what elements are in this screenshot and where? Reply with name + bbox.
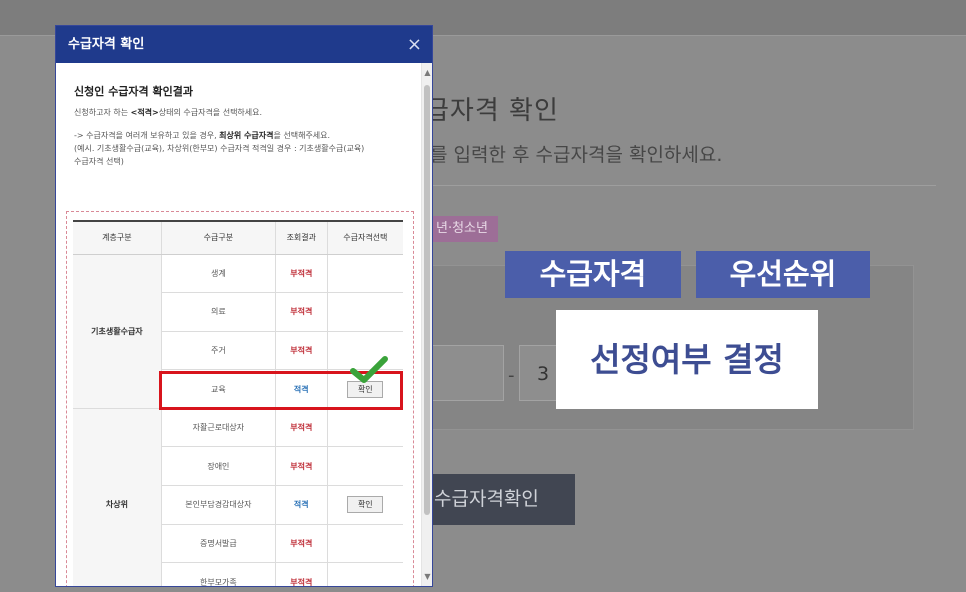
caption-selection: 선정여부 결정 — [556, 310, 818, 409]
table-row: 차상위 자활근로대상자 부적격 — [73, 408, 403, 586]
category-tag[interactable]: 년·청소년 — [432, 216, 498, 242]
select-cell — [326, 524, 403, 564]
divider — [432, 185, 936, 186]
select-cell — [326, 408, 403, 448]
modal-header: 수급자격 확인 × — [56, 26, 432, 63]
scrollbar-thumb[interactable] — [424, 85, 430, 515]
result-cell: 부적격 — [274, 292, 328, 332]
instruction-text: 신청하고자 하는 <적격>상태의 수급자격을 선택하세요. — [74, 108, 263, 117]
scroll-down-icon[interactable]: ▼ — [422, 571, 432, 583]
result-cell: 부적격 — [274, 254, 328, 294]
group-near-poverty: 차상위 — [73, 408, 162, 586]
table-header-row: 계층구분 수급구분 조회결과 수급자격선택 — [73, 220, 403, 255]
green-check-icon — [350, 356, 388, 383]
type-cell: 주거 — [160, 331, 276, 371]
table-row: 기초생활수급자 생계 부적격 — [73, 254, 403, 409]
type-cell: 의료 — [160, 292, 276, 332]
header-result: 조회결과 — [274, 220, 328, 255]
check-eligibility-button[interactable]: 수급자격확인 — [432, 474, 575, 525]
select-cell — [326, 254, 403, 294]
field-separator: - — [508, 365, 515, 386]
header-tier: 계층구분 — [73, 220, 162, 255]
eligibility-modal: 수급자격 확인 × 신청인 수급자격 확인결과 신청하고자 하는 <적격>상태의… — [55, 25, 433, 587]
caption-priority: 우선순위 — [696, 251, 870, 298]
note-text: -> 수급자격을 여러개 보유하고 있을 경우, 최상위 수급자격을 선택해주세… — [74, 131, 365, 166]
select-cell — [326, 292, 403, 332]
type-cell: 본인부담경감대상자 — [160, 485, 276, 525]
modal-body: 신청인 수급자격 확인결과 신청하고자 하는 <적격>상태의 수급자격을 선택하… — [56, 63, 432, 586]
result-cell: 적격 — [274, 485, 328, 525]
result-cell: 부적격 — [274, 524, 328, 564]
page-subtitle: 를 입력한 후 수급자격을 확인하세요. — [430, 144, 723, 166]
scroll-up-icon[interactable]: ▲ — [422, 67, 432, 79]
group-basic-livelihood: 기초생활수급자 — [73, 254, 162, 409]
select-copay-reduction-button[interactable]: 확인 — [347, 496, 384, 514]
modal-title: 수급자격 확인 — [68, 37, 145, 52]
type-cell: 생계 — [160, 254, 276, 294]
result-cell: 부적격 — [274, 331, 328, 371]
caption-eligibility: 수급자격 — [505, 251, 681, 298]
select-cell — [326, 562, 403, 586]
select-cell: 확인 — [326, 485, 403, 525]
result-title: 신청인 수급자격 확인결과 — [74, 85, 193, 98]
id-field-first[interactable] — [432, 345, 504, 401]
header-select: 수급자격선택 — [326, 220, 403, 255]
close-icon[interactable]: × — [407, 26, 422, 63]
type-cell: 증명서발급 — [160, 524, 276, 564]
type-cell: 한부모가족 — [160, 562, 276, 586]
select-cell — [326, 446, 403, 487]
header-type: 수급구분 — [160, 220, 276, 255]
result-cell: 부적격 — [274, 562, 328, 586]
modal-scrollbar[interactable]: ▲ ▼ — [421, 63, 432, 586]
type-cell: 자활근로대상자 — [160, 408, 276, 448]
type-cell: 장애인 — [160, 446, 276, 487]
result-cell: 부적격 — [274, 446, 328, 487]
result-cell: 부적격 — [274, 408, 328, 448]
page-title: 급자격 확인 — [425, 96, 559, 126]
